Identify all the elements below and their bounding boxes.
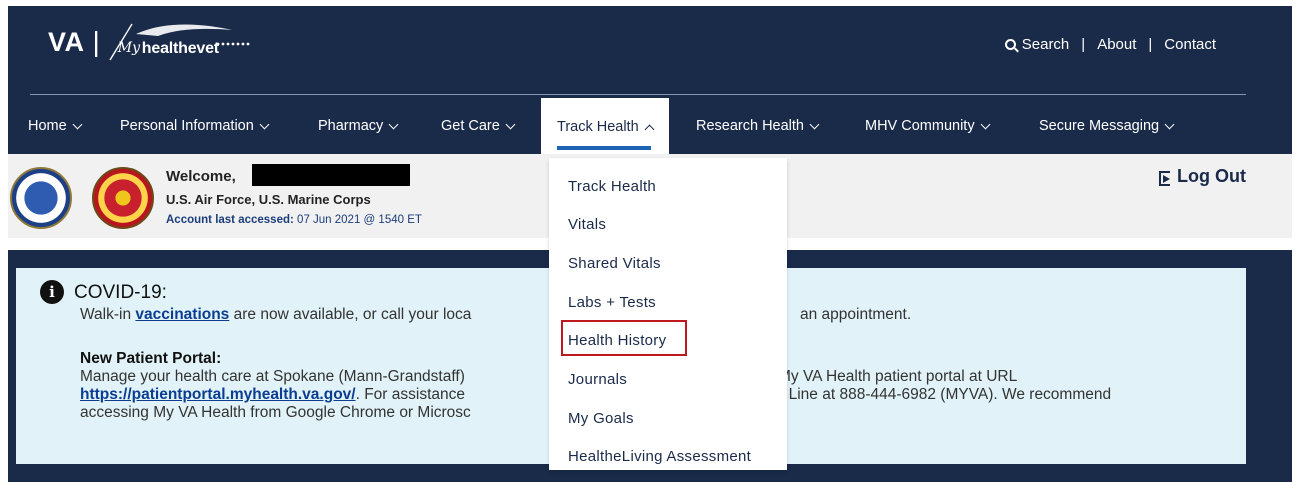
alert-line-3-end: t Line at 888-444-6982 (MYVA). We recomm… [780,386,1112,403]
alert-line-4: accessing My VA Health from Google Chrom… [80,404,471,421]
alert-subtitle: New Patient Portal: [80,350,222,367]
nav-item-label: Track Health [557,119,639,135]
main-nav: Home Personal Information Pharmacy Get C… [8,98,1292,156]
nav-item-home[interactable]: Home [28,98,83,154]
chevron-up-icon [644,124,655,134]
menu-item-healtheliving-assessment[interactable]: HealtheLiving Assessment [568,448,751,465]
chevron-down-icon [72,119,83,129]
about-link[interactable]: About [1097,36,1136,53]
menu-item-track-health[interactable]: Track Health [568,178,656,195]
nav-item-label: Secure Messaging [1039,118,1160,134]
chevron-down-icon [809,119,820,129]
alert-line-2: Manage your health care at Spokane (Mann… [80,368,465,385]
menu-item-health-history[interactable]: Health History [568,332,666,349]
nav-item-mhv-community[interactable]: MHV Community [865,98,991,154]
alert-line-1-end: an appointment. [800,306,912,323]
alert-text: Walk-in [80,306,136,323]
track-health-menu: Track Health Vitals Shared Vitals Labs +… [549,158,787,470]
nav-item-label: MHV Community [865,118,975,134]
nav-item-label: Home [28,118,67,134]
alert-line-3: https://patientportal.myhealth.va.gov/. … [80,386,465,404]
vaccinations-link[interactable]: vaccinations [135,306,229,323]
va-logo-text: VA [48,26,85,57]
active-tab-indicator [557,146,651,150]
menu-item-shared-vitals[interactable]: Shared Vitals [568,255,661,272]
chevron-down-icon [505,119,516,129]
marine-corps-seal-icon [92,167,154,229]
search-link[interactable]: Search [1004,36,1070,53]
alert-line-1: Walk-in vaccinations are now available, … [80,306,471,324]
logout-label: Log Out [1177,166,1246,186]
contact-link[interactable]: Contact [1164,36,1216,53]
search-label: Search [1021,36,1070,53]
sign-out-icon [1159,170,1173,186]
service-branches: U.S. Air Force, U.S. Marine Corps [166,192,371,207]
chevron-down-icon [388,119,399,129]
logout-button[interactable]: Log Out [1159,166,1246,187]
logo-separator: | [92,26,100,57]
alert-text: . For assistance [355,386,465,403]
nav-item-label: Pharmacy [318,118,384,134]
nav-item-pharmacy[interactable]: Pharmacy [318,98,399,154]
info-icon: i [40,280,64,304]
site-header: VA | My healthevet Search | About | Cont… [8,6,1292,156]
welcome-greeting: Welcome, [166,168,236,185]
menu-item-labs-tests[interactable]: Labs + Tests [568,294,656,311]
nav-item-research-health[interactable]: Research Health [696,98,820,154]
alert-text: are now available, or call your loca [229,306,472,323]
utility-divider: | [1081,36,1086,53]
menu-item-vitals[interactable]: Vitals [568,216,606,233]
alert-title: COVID-19: [74,282,167,303]
last-accessed-label: Account last accessed: [166,214,294,226]
nav-item-track-health[interactable]: Track Health [541,98,669,156]
search-icon [1004,39,1016,50]
nav-item-label: Research Health [696,118,804,134]
menu-item-my-goals[interactable]: My Goals [568,410,634,427]
logo-healthevet-text: healthevet [141,40,219,57]
redacted-username [252,164,410,186]
logo-my-text: My [117,40,141,56]
air-force-seal-icon [10,167,72,229]
nav-item-label: Personal Information [120,118,254,134]
last-accessed: Account last accessed: 07 Jun 2021 @ 154… [166,214,422,226]
nav-item-personal-information[interactable]: Personal Information [120,98,270,154]
chevron-down-icon [1164,119,1175,129]
page-frame: VA | My healthevet Search | About | Cont… [8,6,1292,484]
nav-item-label: Get Care [441,118,500,134]
myhealthevet-logo: My healthevet [106,20,256,64]
header-divider [30,94,1246,95]
chevron-down-icon [980,119,991,129]
utility-links: Search | About | Contact [1004,36,1216,53]
alert-line-2-end: My VA Health patient portal at URL [778,368,1018,385]
nav-item-secure-messaging[interactable]: Secure Messaging [1039,98,1175,154]
patient-portal-link[interactable]: https://patientportal.myhealth.va.gov/ [80,386,356,403]
utility-divider: | [1148,36,1153,53]
nav-item-get-care[interactable]: Get Care [441,98,516,154]
chevron-down-icon [259,119,270,129]
menu-item-journals[interactable]: Journals [568,371,627,388]
last-accessed-value: 07 Jun 2021 @ 1540 ET [297,214,422,226]
mhv-logo[interactable]: VA | My healthevet [48,18,256,66]
